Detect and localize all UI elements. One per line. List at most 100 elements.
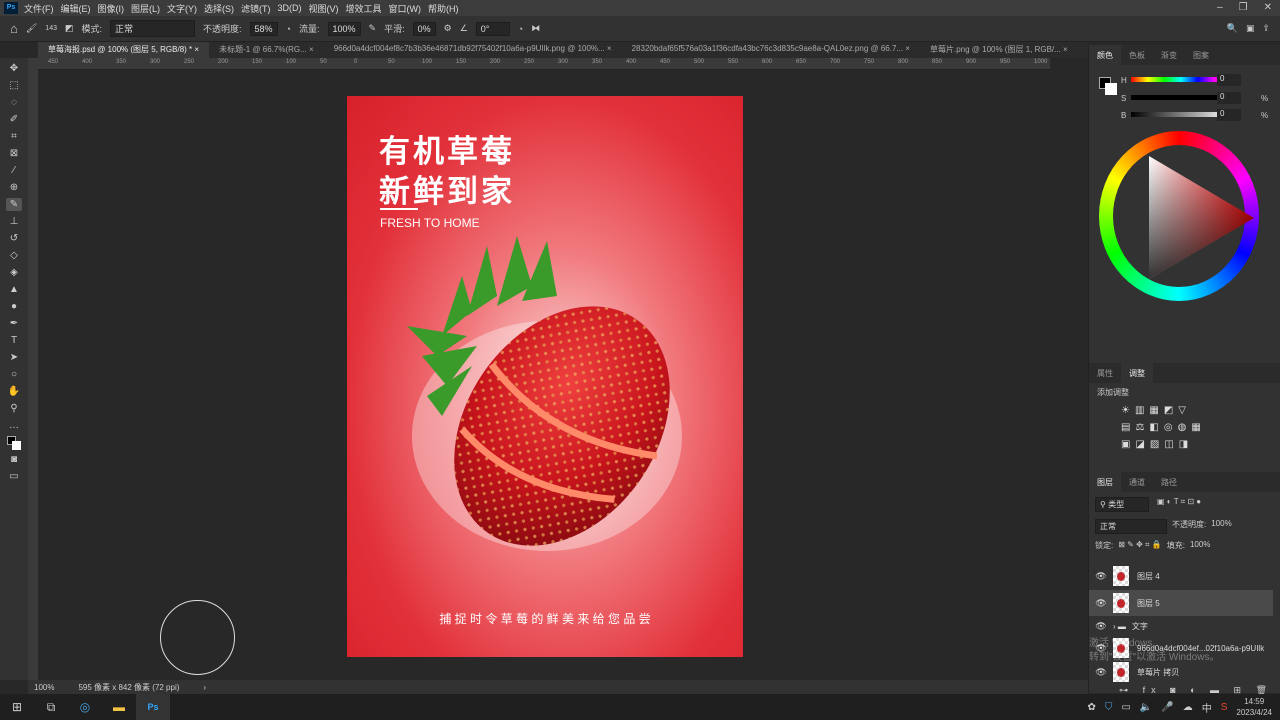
s-value[interactable]: 0 [1217,92,1241,104]
frame-tool-icon[interactable]: ⊠ [6,147,22,160]
flow-input[interactable]: 100% [327,21,361,36]
menu-edit[interactable]: 编辑(E) [61,2,91,15]
pressure-opacity-icon[interactable]: ◔ [286,24,291,34]
bucket-tool-icon[interactable]: ◈ [6,266,22,279]
security-icon[interactable]: ⛉ [1105,702,1113,713]
mode-select[interactable]: 正常 [110,20,196,37]
h-value[interactable]: 0 [1217,74,1241,86]
background-color[interactable] [1105,83,1117,95]
hue-slider[interactable] [1131,77,1231,82]
adjustment-icons[interactable]: ☀▥▦◩▽ ▤⚖◧◎◍▦ ▣◪▨◫◨ [1089,402,1280,453]
browser-icon[interactable]: ◎ [68,694,102,720]
brightness-slider[interactable] [1131,112,1231,117]
menu-view[interactable]: 视图(V) [309,2,339,15]
network-icon[interactable]: ▭ [1121,702,1130,713]
layer-opacity-input[interactable]: 100% [1211,519,1231,534]
layer-row[interactable]: 👁 图层 4 [1089,563,1273,589]
ime-indicator[interactable]: 中 [1202,700,1212,715]
quick-mask-icon[interactable]: ◙ [6,453,22,466]
quick-select-tool-icon[interactable]: ✐ [6,113,22,126]
eyedropper-tool-icon[interactable]: ⁄ [6,164,22,177]
pen-tool-icon[interactable]: ✒ [6,317,22,330]
zoom-level[interactable]: 100% [34,683,54,692]
eye-icon[interactable]: 👁 [1089,598,1113,609]
angle-input[interactable]: 0° [475,21,510,36]
brush-size[interactable]: 143 [45,25,57,32]
screen-mode-icon[interactable]: ▭ [6,470,22,483]
tray-app-icon[interactable]: ✿ [1087,702,1095,713]
search-icon[interactable]: 🔍 [1227,23,1238,34]
color-swatches[interactable] [6,436,22,450]
eye-icon[interactable]: 👁 [1089,621,1113,632]
tab-properties[interactable]: 属性 [1089,363,1121,383]
path-select-icon[interactable]: ➤ [6,351,22,364]
menu-layer[interactable]: 图层(L) [131,2,160,15]
tab-layers[interactable]: 图层 [1089,472,1121,492]
healing-tool-icon[interactable]: ⊕ [6,181,22,194]
tab-color[interactable]: 颜色 [1089,45,1121,65]
tab-channels[interactable]: 通道 [1121,472,1153,492]
fill-input[interactable]: 100% [1190,540,1210,551]
shape-tool-icon[interactable]: ○ [6,368,22,381]
volume-icon[interactable]: 🔈 [1140,702,1152,713]
poster-document[interactable]: 有机草莓 新鲜到家 FRESH TO HOME 捕 捉 时 令 草 莓 的 鲜 … [347,96,743,657]
tab-paths[interactable]: 路径 [1153,472,1185,492]
history-brush-icon[interactable]: ↺ [6,232,22,245]
layer-filter-select[interactable]: ⚲ 类型 [1095,497,1149,512]
menu-3d[interactable]: 3D(D) [278,3,302,13]
tab-png-2[interactable]: 28320bdaf65f576a03a1f36cdfa43bc76c3d835c… [622,42,920,58]
filter-icons[interactable]: ▣ ◐ T ⌗ ⊡ ● [1157,497,1201,512]
minimize-icon[interactable]: – [1217,2,1223,13]
move-tool-icon[interactable]: ✥ [6,62,22,75]
brush-panel-icon[interactable]: ◩ [65,23,74,34]
microphone-icon[interactable]: 🎤 [1161,702,1173,713]
photoshop-taskbar-icon[interactable]: Ps [136,694,170,720]
blend-mode-select[interactable]: 正常 [1095,519,1167,534]
smooth-input[interactable]: 0% [412,21,436,36]
b-value[interactable]: 0 [1217,109,1241,121]
crop-tool-icon[interactable]: ⌗ [6,130,22,143]
type-tool-icon[interactable]: T [6,334,22,347]
tab-png-1[interactable]: 966d0a4dcf004ef8c7b3b36e46871db92f75402f… [324,42,622,58]
tab-adjustments[interactable]: 调整 [1121,363,1153,383]
menu-type[interactable]: 文字(Y) [167,2,197,15]
menu-plugins[interactable]: 增效工具 [346,2,382,15]
windows-start-icon[interactable]: ⊞ [0,694,34,720]
airbrush-icon[interactable]: ✎ [369,23,377,34]
home-icon[interactable]: ⌂ [10,21,18,36]
lasso-tool-icon[interactable]: ◌ [6,96,22,109]
brush-tool-icon[interactable]: ✎ [6,198,22,211]
hand-tool-icon[interactable]: ✋ [6,385,22,398]
restore-icon[interactable]: ❐ [1239,2,1248,13]
dodge-tool-icon[interactable]: ● [6,300,22,313]
marquee-tool-icon[interactable]: ⬚ [6,79,22,92]
symmetry-icon[interactable]: ⧓ [531,23,540,34]
tab-pattern[interactable]: 图案 [1185,45,1217,65]
saturation-slider[interactable] [1131,95,1231,100]
lock-icons[interactable]: ⊠ ✎ ✥ ⌗ 🔒 [1118,540,1161,551]
menu-filter[interactable]: 滤镜(T) [241,2,271,15]
share-icon[interactable]: ⇪ [1262,23,1270,34]
zoom-tool-icon[interactable]: ⚲ [6,402,22,415]
close-icon[interactable]: ✕ [1264,2,1272,13]
workspace-icon[interactable]: ▣ [1246,23,1255,34]
file-explorer-icon[interactable]: ▬ [102,694,136,720]
menu-help[interactable]: 帮助(H) [428,2,459,15]
eye-icon[interactable]: 👁 [1089,667,1113,678]
menu-image[interactable]: 图像(I) [98,2,125,15]
tab-untitled[interactable]: 未标题-1 @ 66.7%(RG... × [209,42,324,58]
status-more-icon[interactable]: › [203,683,206,692]
eye-icon[interactable]: 👁 [1089,571,1113,582]
tab-gradient[interactable]: 渐变 [1153,45,1185,65]
tab-strawberry-slice[interactable]: 草莓片.png @ 100% (图层 1, RGB/... × [920,42,1078,58]
sogou-icon[interactable]: S [1221,702,1228,713]
task-view-icon[interactable]: ⧉ [34,694,68,720]
menu-select[interactable]: 选择(S) [204,2,234,15]
weather-icon[interactable]: ☁ [1183,702,1193,713]
color-wheel[interactable] [1099,131,1259,301]
opacity-input[interactable]: 58% [249,21,278,36]
gear-icon[interactable]: ⚙ [444,23,452,34]
tab-strawberry-poster[interactable]: 草莓海报.psd @ 100% (图层 5, RGB/8) * × [38,42,210,58]
menu-file[interactable]: 文件(F) [24,2,54,15]
menu-window[interactable]: 窗口(W) [389,2,422,15]
